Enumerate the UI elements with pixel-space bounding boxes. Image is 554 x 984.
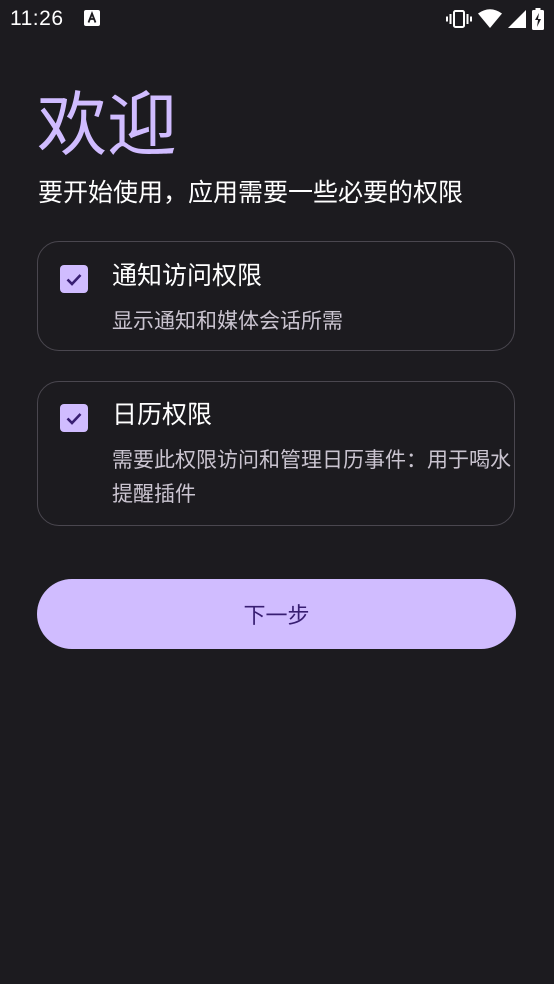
permission-description: 需要此权限访问和管理日历事件：用于喝水提醒插件 xyxy=(112,448,511,506)
vibrate-icon xyxy=(446,9,472,29)
permission-title: 日历权限 xyxy=(112,400,213,429)
permission-title: 通知访问权限 xyxy=(112,261,263,290)
permission-card-calendar[interactable]: 日历权限 需要此权限访问和管理日历事件：用于喝水提醒插件 xyxy=(37,381,515,526)
wifi-icon xyxy=(478,9,502,29)
status-time: 11:26 xyxy=(10,7,64,30)
welcome-subtitle: 要开始使用，应用需要一些必要的权限 xyxy=(38,178,464,207)
checkmark-icon xyxy=(66,274,82,286)
status-icons xyxy=(446,8,544,30)
battery-icon xyxy=(532,8,544,30)
cellular-signal-icon xyxy=(508,10,526,28)
next-button[interactable]: 下一步 xyxy=(37,579,516,649)
checkmark-icon xyxy=(66,413,82,425)
status-bar: 11:26 xyxy=(0,0,554,38)
app-notification-icon xyxy=(84,10,100,26)
notification-permission-checkbox[interactable] xyxy=(60,265,88,293)
permission-card-notification[interactable]: 通知访问权限 显示通知和媒体会话所需 xyxy=(37,241,515,351)
calendar-permission-checkbox[interactable] xyxy=(60,404,88,432)
permission-description: 显示通知和媒体会话所需 xyxy=(112,309,343,333)
welcome-title: 欢迎 xyxy=(37,84,177,166)
